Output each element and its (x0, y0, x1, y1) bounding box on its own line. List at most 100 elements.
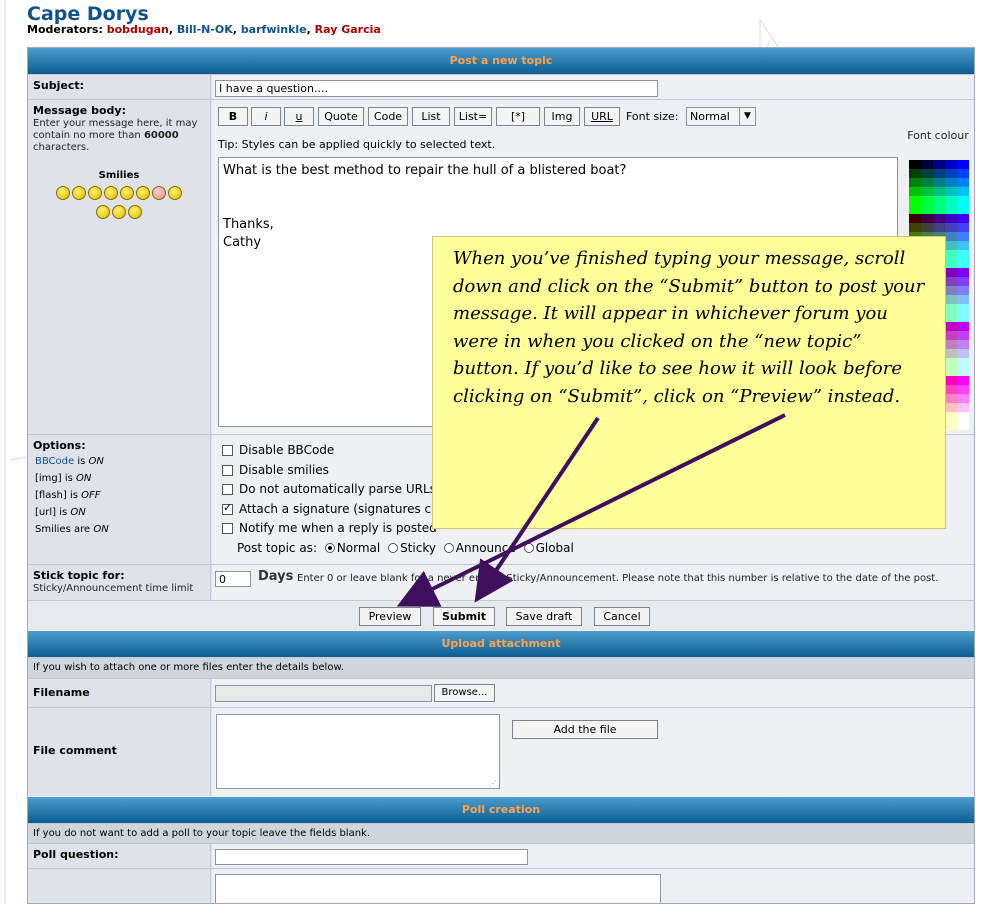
colour-swatch[interactable] (957, 160, 969, 169)
colour-swatch[interactable] (957, 205, 969, 214)
colour-swatch[interactable] (945, 349, 957, 358)
colour-swatch[interactable] (945, 268, 957, 277)
colour-swatch[interactable] (945, 358, 957, 367)
option-disable-bbcode[interactable]: Disable BBCode (222, 443, 334, 457)
colour-swatch[interactable] (945, 331, 957, 340)
smiley-very-happy-icon[interactable] (56, 186, 70, 200)
save-draft-button[interactable]: Save draft (506, 607, 582, 626)
submit-button[interactable]: Submit (433, 607, 495, 626)
italic-button[interactable]: i (251, 107, 281, 126)
colour-swatch[interactable] (957, 241, 969, 250)
list-item-button[interactable]: [*] (496, 107, 540, 126)
colour-swatch[interactable] (909, 205, 921, 214)
colour-swatch[interactable] (957, 421, 969, 430)
colour-swatch[interactable] (957, 169, 969, 178)
colour-swatch[interactable] (957, 331, 969, 340)
moderator-link[interactable]: bobdugan (107, 23, 169, 36)
forum-title[interactable]: Cape Dorys (27, 3, 149, 25)
colour-swatch[interactable] (945, 394, 957, 403)
smiley-question-icon[interactable] (112, 205, 126, 219)
bold-button[interactable]: B (218, 107, 248, 126)
list-numbered-button[interactable]: List= (454, 107, 492, 126)
underline-button[interactable]: u (284, 107, 314, 126)
colour-swatch[interactable] (921, 223, 933, 232)
colour-swatch[interactable] (909, 214, 921, 223)
colour-swatch[interactable] (957, 250, 969, 259)
colour-swatch[interactable] (957, 286, 969, 295)
colour-swatch[interactable] (909, 223, 921, 232)
radio-sticky[interactable] (388, 543, 399, 553)
smiley-embarrassed-icon[interactable] (152, 186, 166, 200)
poll-question-input[interactable] (215, 849, 528, 865)
colour-swatch[interactable] (957, 313, 969, 322)
colour-swatch[interactable] (933, 196, 945, 205)
smiley-idea-icon[interactable] (128, 205, 142, 219)
colour-swatch[interactable] (933, 205, 945, 214)
option-disable-smilies[interactable]: Disable smilies (222, 463, 329, 477)
colour-swatch[interactable] (945, 340, 957, 349)
smiley-smile-icon[interactable] (88, 186, 102, 200)
colour-swatch[interactable] (921, 196, 933, 205)
colour-swatch[interactable] (945, 169, 957, 178)
checkbox[interactable] (222, 523, 233, 534)
smiley-confused-icon[interactable] (120, 186, 134, 200)
option-notify-reply[interactable]: Notify me when a reply is posted (222, 521, 437, 535)
browse-button[interactable]: Browse... (434, 684, 495, 702)
colour-swatch[interactable] (957, 322, 969, 331)
colour-swatch[interactable] (945, 178, 957, 187)
checkbox[interactable] (222, 465, 233, 476)
colour-swatch[interactable] (945, 196, 957, 205)
colour-swatch[interactable] (933, 187, 945, 196)
colour-swatch[interactable] (957, 412, 969, 421)
list-button[interactable]: List (412, 107, 450, 126)
colour-swatch[interactable] (945, 367, 957, 376)
stick-days-input[interactable]: 0 (215, 571, 251, 587)
colour-swatch[interactable] (921, 205, 933, 214)
colour-swatch[interactable] (945, 259, 957, 268)
smiley-sad-icon[interactable] (136, 186, 150, 200)
code-button[interactable]: Code (368, 107, 408, 126)
cancel-button[interactable]: Cancel (594, 607, 650, 626)
img-button[interactable]: Img (544, 107, 580, 126)
colour-swatch[interactable] (909, 169, 921, 178)
colour-swatch[interactable] (957, 259, 969, 268)
colour-swatch[interactable] (921, 178, 933, 187)
subject-input[interactable]: I have a question.... (215, 80, 658, 97)
colour-swatch[interactable] (945, 286, 957, 295)
colour-swatch[interactable] (921, 160, 933, 169)
radio-global[interactable] (523, 543, 534, 553)
colour-swatch[interactable] (945, 232, 957, 241)
colour-swatch[interactable] (933, 214, 945, 223)
moderator-link[interactable]: Bill-N-OK (177, 23, 233, 36)
url-button[interactable]: URL (584, 107, 620, 126)
colour-swatch[interactable] (957, 403, 969, 412)
colour-swatch[interactable] (933, 160, 945, 169)
colour-swatch[interactable] (909, 178, 921, 187)
colour-swatch[interactable] (957, 304, 969, 313)
colour-swatch[interactable] (957, 349, 969, 358)
colour-swatch[interactable] (945, 304, 957, 313)
smiley-wink-icon[interactable] (104, 186, 118, 200)
colour-swatch[interactable] (921, 214, 933, 223)
colour-swatch[interactable] (945, 322, 957, 331)
radio-announce[interactable] (443, 543, 454, 553)
colour-swatch[interactable] (945, 160, 957, 169)
moderator-link[interactable]: Ray Garcia (315, 23, 381, 36)
colour-swatch[interactable] (933, 178, 945, 187)
checkbox[interactable] (222, 445, 233, 456)
smiley-cool-icon[interactable] (168, 186, 182, 200)
colour-swatch[interactable] (957, 295, 969, 304)
filename-input[interactable] (215, 685, 432, 702)
checkbox[interactable] (222, 484, 233, 495)
colour-swatch[interactable] (945, 412, 957, 421)
colour-swatch[interactable] (909, 160, 921, 169)
colour-swatch[interactable] (957, 268, 969, 277)
colour-swatch[interactable] (957, 394, 969, 403)
colour-swatch[interactable] (957, 385, 969, 394)
colour-swatch[interactable] (957, 376, 969, 385)
preview-button[interactable]: Preview (359, 607, 421, 626)
colour-swatch[interactable] (921, 187, 933, 196)
colour-swatch[interactable] (945, 313, 957, 322)
colour-swatch[interactable] (957, 232, 969, 241)
add-file-button[interactable]: Add the file (512, 720, 658, 739)
